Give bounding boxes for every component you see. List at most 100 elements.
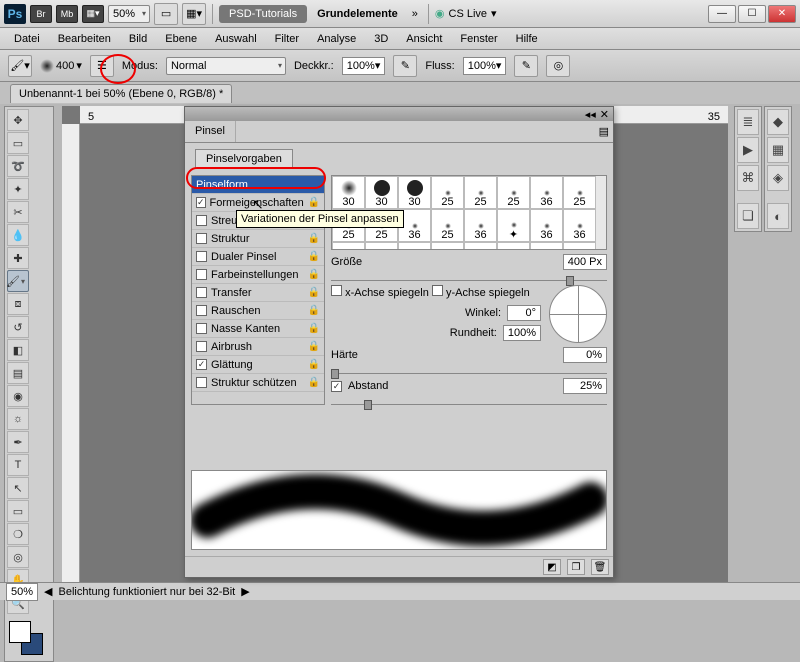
- dodge-tool[interactable]: ☼: [7, 408, 29, 430]
- lock-icon[interactable]: 🔒: [308, 269, 320, 280]
- brush-thumb[interactable]: 39: [497, 242, 530, 250]
- menu-fenster[interactable]: Fenster: [452, 30, 505, 48]
- brush-option-nasse-kanten[interactable]: Nasse Kanten🔒: [192, 320, 324, 338]
- brush-thumb[interactable]: 25: [431, 176, 464, 209]
- eraser-tool[interactable]: ◧: [7, 339, 29, 361]
- option-checkbox[interactable]: [196, 251, 207, 262]
- option-checkbox[interactable]: ✓: [196, 197, 206, 208]
- maximize-button[interactable]: ☐: [738, 5, 766, 23]
- size-slider[interactable]: [331, 280, 607, 281]
- marquee-tool[interactable]: ▭: [7, 132, 29, 154]
- brush-thumb[interactable]: 36: [530, 176, 563, 209]
- brush-option-transfer[interactable]: Transfer🔒: [192, 284, 324, 302]
- eyedropper-tool[interactable]: 💧: [7, 224, 29, 246]
- option-checkbox[interactable]: [196, 341, 207, 352]
- lock-icon[interactable]: 🔒: [308, 251, 320, 262]
- foreground-swatch[interactable]: [9, 621, 31, 643]
- brush-option-glättung[interactable]: ✓Glättung🔒: [192, 356, 324, 374]
- brush-preset-picker[interactable]: 400▾: [40, 59, 82, 73]
- pen-tool[interactable]: ✒: [7, 431, 29, 453]
- option-checkbox[interactable]: [196, 305, 207, 316]
- workspace-name[interactable]: Grundelemente: [311, 5, 404, 23]
- tablet-pressure-icon[interactable]: ◎: [546, 55, 570, 77]
- new-brush-icon[interactable]: ❐: [567, 559, 585, 575]
- color-swatches[interactable]: [7, 619, 51, 659]
- hardness-value[interactable]: 0%: [563, 347, 607, 363]
- brush-thumb[interactable]: ✦: [497, 209, 530, 242]
- brush-option-pinselform[interactable]: Pinselform: [192, 176, 324, 194]
- shape-tool[interactable]: ▭: [7, 500, 29, 522]
- option-checkbox[interactable]: [196, 377, 207, 388]
- option-checkbox[interactable]: ✓: [196, 359, 207, 370]
- brush-thumb[interactable]: 25: [464, 176, 497, 209]
- lasso-tool[interactable]: ➰: [7, 155, 29, 177]
- panel-collapse-icon[interactable]: ◂◂: [585, 108, 596, 121]
- menu-ebene[interactable]: Ebene: [157, 30, 205, 48]
- option-checkbox[interactable]: [196, 323, 207, 334]
- tool-presets-panel-icon[interactable]: ⌘: [737, 165, 759, 191]
- brush-thumb[interactable]: 46: [530, 242, 563, 250]
- panel-header[interactable]: ◂◂✕: [185, 107, 613, 121]
- brush-thumb[interactable]: 25: [563, 176, 596, 209]
- brush-thumb[interactable]: 36: [365, 242, 398, 250]
- brush-thumb[interactable]: 30: [398, 176, 431, 209]
- screen-mode-icon[interactable]: ▦▾: [82, 5, 104, 23]
- brush-option-struktur[interactable]: Struktur🔒: [192, 230, 324, 248]
- airbrush-icon[interactable]: ✎: [514, 55, 538, 77]
- 3d-camera-tool[interactable]: ◎: [7, 546, 29, 568]
- menu-bearbeiten[interactable]: Bearbeiten: [50, 30, 119, 48]
- lock-icon[interactable]: 🔒: [308, 233, 320, 244]
- brush-option-dualer-pinsel[interactable]: Dualer Pinsel🔒: [192, 248, 324, 266]
- workspace-button[interactable]: PSD-Tutorials: [219, 5, 307, 23]
- lock-icon[interactable]: 🔒: [308, 341, 320, 352]
- actions-panel-icon[interactable]: ▶: [737, 137, 759, 163]
- spacing-slider[interactable]: [331, 404, 607, 405]
- blur-tool[interactable]: ◉: [7, 385, 29, 407]
- status-zoom[interactable]: 50%: [6, 583, 38, 601]
- brush-tool[interactable]: 🖌: [7, 270, 29, 292]
- layers-panel-icon[interactable]: ❏: [737, 203, 759, 229]
- healing-tool[interactable]: ✚: [7, 247, 29, 269]
- styles-panel-icon[interactable]: ◈: [767, 165, 789, 191]
- brush-thumb[interactable]: 36: [464, 209, 497, 242]
- workspace-more-icon[interactable]: »: [408, 5, 422, 23]
- brush-thumb[interactable]: 25: [431, 242, 464, 250]
- menu-filter[interactable]: Filter: [267, 30, 307, 48]
- brush-thumb[interactable]: 14: [464, 242, 497, 250]
- flow-field[interactable]: 100% ▾: [463, 57, 507, 75]
- angle-value[interactable]: 0°: [507, 305, 541, 321]
- delete-brush-icon[interactable]: 🗑: [591, 559, 609, 575]
- lock-icon[interactable]: 🔒: [308, 305, 320, 316]
- option-checkbox[interactable]: [196, 287, 207, 298]
- toggle-preset-icon[interactable]: ◩: [543, 559, 561, 575]
- minibridge-icon[interactable]: Mb: [56, 5, 78, 23]
- document-tab[interactable]: Unbenannt-1 bei 50% (Ebene 0, RGB/8) *: [10, 84, 232, 103]
- mode-select[interactable]: Normal: [166, 57, 286, 75]
- color-panel-icon[interactable]: ◆: [767, 109, 789, 135]
- 3d-tool[interactable]: ❍: [7, 523, 29, 545]
- cslive-button[interactable]: ◉CS Live▾: [435, 7, 497, 20]
- menu-bild[interactable]: Bild: [121, 30, 155, 48]
- brush-panel-toggle[interactable]: ☰: [90, 55, 114, 77]
- menu-datei[interactable]: Datei: [6, 30, 48, 48]
- lock-icon[interactable]: 🔒: [308, 323, 320, 334]
- flipx-checkbox[interactable]: [331, 285, 342, 296]
- brush-thumb[interactable]: 36: [563, 209, 596, 242]
- spacing-value[interactable]: 25%: [563, 378, 607, 394]
- zoom-select[interactable]: 50%: [108, 5, 150, 23]
- brush-option-struktur-schützen[interactable]: Struktur schützen🔒: [192, 374, 324, 392]
- brush-thumb[interactable]: 30: [332, 176, 365, 209]
- brush-thumb[interactable]: 30: [365, 176, 398, 209]
- tool-preset-icon[interactable]: 🖌▾: [8, 55, 32, 77]
- menu-auswahl[interactable]: Auswahl: [207, 30, 265, 48]
- bridge-icon[interactable]: Br: [30, 5, 52, 23]
- option-checkbox[interactable]: [196, 269, 207, 280]
- lock-icon[interactable]: 🔒: [308, 197, 320, 208]
- size-value[interactable]: 400 Px: [563, 254, 607, 270]
- brush-option-farbeinstellungen[interactable]: Farbeinstellungen🔒: [192, 266, 324, 284]
- angle-widget[interactable]: [549, 285, 607, 343]
- spacing-checkbox[interactable]: ✓: [331, 381, 342, 392]
- status-next-icon[interactable]: ▶: [241, 585, 249, 598]
- roundness-value[interactable]: 100%: [503, 325, 541, 341]
- history-panel-icon[interactable]: ≣: [737, 109, 759, 135]
